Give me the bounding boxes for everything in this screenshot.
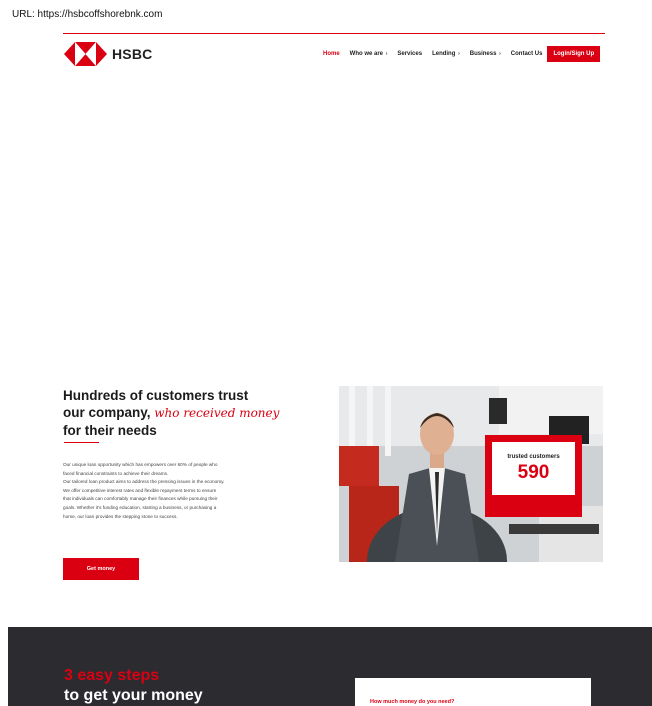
chevron-right-icon: › xyxy=(385,50,388,57)
hero-paragraph-line: that individuals can comfortably manage … xyxy=(63,496,218,502)
nav-label: Business xyxy=(469,50,497,57)
nav-item-contact-us[interactable]: Contact Us xyxy=(511,51,543,57)
hero-title-line: for their needs xyxy=(63,423,157,438)
hero-title-line: Hundreds of customers trust xyxy=(63,388,249,403)
hero-paragraph-line: home, our loan provides the stepping sto… xyxy=(63,513,178,519)
nav-label: Contact Us xyxy=(510,50,543,57)
nav-label: Services xyxy=(397,50,423,57)
steps-section: 3 easy steps to get your money How much … xyxy=(8,627,652,706)
url-text: URL: https://hsbcoffshorebnk.com xyxy=(12,9,163,20)
nav-item-services[interactable]: Services xyxy=(397,51,422,57)
title-underline xyxy=(64,442,99,443)
customer-count: 590 xyxy=(517,461,550,483)
hero-paragraph-line: Our unique loan opportunity which has em… xyxy=(63,462,218,467)
nav-item-home[interactable]: Home xyxy=(323,51,340,57)
nav-label: Who we are xyxy=(349,50,384,57)
loan-amount-label: How much money do you need? xyxy=(370,699,455,705)
nav-item-who-we-are[interactable]: Who we are › xyxy=(350,51,388,57)
loan-form-card: How much money do you need? xyxy=(355,678,591,706)
hero-title-accent: who received money xyxy=(154,406,280,420)
hero-paragraph-line: goals. Whether it's funding education, s… xyxy=(63,504,217,510)
hsbc-hexagon-icon xyxy=(64,42,107,66)
badge-content: trusted customers 590 xyxy=(492,442,575,495)
trusted-customers-badge: trusted customers 590 xyxy=(485,435,582,517)
nav-item-business[interactable]: Business › xyxy=(470,51,501,57)
hero-paragraph-line: Our tailored loan product aims to addres… xyxy=(63,479,225,485)
badge-label: trusted customers xyxy=(507,453,560,460)
steps-title: 3 easy steps xyxy=(64,667,160,684)
brand-name: HSBC xyxy=(112,46,153,62)
nav-label: Home xyxy=(323,50,340,57)
hero-description: Our unique loan opportunity which has em… xyxy=(63,461,288,521)
main-nav: Home Who we are › Services Lending › Bus… xyxy=(323,45,601,62)
chevron-right-icon: › xyxy=(458,50,460,57)
hero-paragraph-line: We offer competitive interest rates and … xyxy=(63,487,217,493)
get-money-button[interactable]: Get money xyxy=(63,558,139,580)
brand-logo[interactable]: HSBC xyxy=(64,42,152,66)
login-signup-button[interactable]: Login/Sign Up xyxy=(547,45,601,62)
hero-title: Hundreds of customers trust our company,… xyxy=(63,387,279,439)
steps-subtitle: to get your money xyxy=(64,687,203,704)
nav-item-lending[interactable]: Lending › xyxy=(432,51,460,57)
hero-title-line: our company, xyxy=(63,405,151,420)
chevron-right-icon: › xyxy=(499,50,501,57)
hero-paragraph-line: faced financial constraints to achieve t… xyxy=(63,470,169,476)
header-top-rule xyxy=(63,33,605,34)
nav-label: Lending xyxy=(432,50,456,57)
